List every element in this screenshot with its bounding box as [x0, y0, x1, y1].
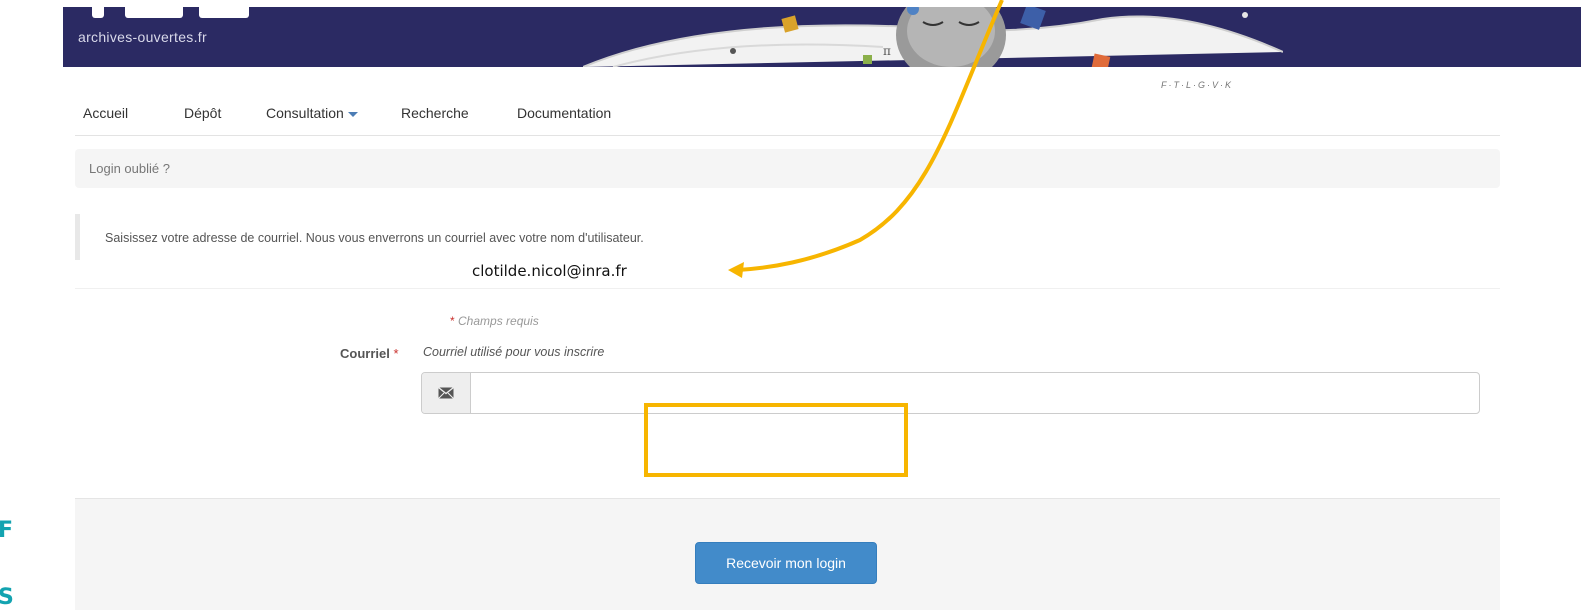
annotation-email-text: clotilde.nicol@inra.fr [472, 262, 627, 280]
email-label: Courriel * [340, 346, 399, 361]
email-addon [422, 373, 471, 413]
edge-fragment-s: S [0, 585, 14, 610]
email-input-group [421, 372, 1480, 414]
email-input[interactable] [471, 373, 1479, 413]
email-required-asterisk: * [393, 346, 399, 361]
annotation-highlight-box [644, 403, 908, 477]
submit-button[interactable]: Recevoir mon login [695, 542, 877, 584]
required-fields-hint: * Champs requis [450, 314, 539, 328]
required-hint-text: Champs requis [458, 314, 539, 328]
form-actions: Recevoir mon login [75, 498, 1500, 610]
email-help-text: Courriel utilisé pour vous inscrire [423, 345, 605, 359]
edge-fragment-f: F [0, 518, 14, 543]
email-label-text: Courriel [340, 346, 390, 361]
required-asterisk: * [450, 314, 455, 328]
envelope-icon [438, 387, 454, 399]
